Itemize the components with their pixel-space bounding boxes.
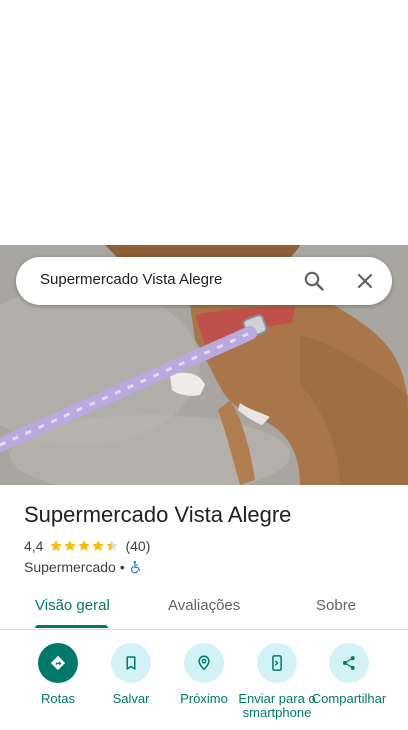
tab-overview[interactable]: Visão geral — [35, 597, 110, 614]
rating-value: 4,4 — [24, 538, 44, 554]
nearby-icon — [184, 643, 224, 683]
category-row: Supermercado • — [24, 558, 143, 576]
search-bar[interactable]: Supermercado Vista Alegre — [16, 257, 392, 305]
nearby-label: Próximo — [180, 691, 228, 706]
share-icon — [329, 643, 369, 683]
star-half-icon — [106, 540, 119, 551]
share-label: Compartilhar — [311, 691, 387, 706]
send-to-phone-button[interactable]: Enviar para o smartphone — [237, 643, 317, 720]
star-icon — [78, 540, 91, 551]
review-count[interactable]: (40) — [125, 538, 150, 554]
save-label: Salvar — [112, 691, 150, 706]
bookmark-icon — [111, 643, 151, 683]
active-tab-indicator — [35, 625, 108, 628]
send-to-phone-icon — [257, 643, 297, 683]
tabs-divider — [0, 629, 408, 630]
wheelchair-accessible-icon — [129, 560, 143, 574]
share-button[interactable]: Compartilhar — [309, 643, 389, 706]
send-to-phone-label: Enviar para o smartphone — [238, 691, 316, 720]
place-title: Supermercado Vista Alegre — [24, 502, 292, 527]
directions-button[interactable]: Rotas — [18, 643, 98, 706]
tab-about[interactable]: Sobre — [316, 597, 356, 614]
map-blank-area — [0, 0, 408, 245]
save-button[interactable]: Salvar — [91, 643, 171, 706]
search-icon[interactable] — [302, 269, 326, 293]
place-category: Supermercado — [24, 559, 116, 575]
search-input[interactable]: Supermercado Vista Alegre — [40, 271, 222, 288]
close-icon[interactable] — [353, 269, 377, 293]
star-icon — [50, 540, 63, 551]
category-separator: • — [119, 559, 125, 575]
rating-row[interactable]: 4,4 (40) — [24, 537, 150, 555]
star-icon — [64, 540, 77, 551]
directions-label: Rotas — [41, 691, 75, 706]
tab-reviews[interactable]: Avaliações — [168, 597, 240, 614]
nearby-button[interactable]: Próximo — [164, 643, 244, 706]
rating-stars — [49, 539, 119, 553]
directions-icon — [38, 643, 78, 683]
star-icon — [92, 540, 105, 551]
